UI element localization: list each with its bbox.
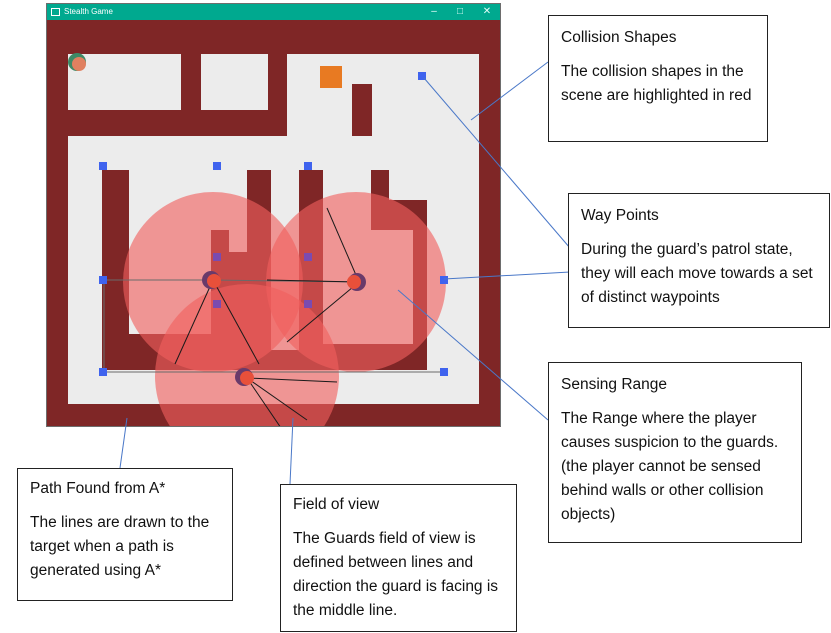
callout-body: The lines are drawn to the target when a… (30, 514, 210, 579)
callout-sensing-range: Sensing Range The Range where the player… (548, 362, 802, 543)
callout-collision-shapes: Collision Shapes The collision shapes in… (548, 15, 768, 142)
callout-title: Field of view (293, 496, 380, 513)
callout-title: Way Points (581, 207, 659, 224)
callout-body: The Guards field of view is defined betw… (293, 530, 499, 619)
callout-body: The collision shapes in the scene are hi… (561, 63, 752, 104)
callout-title: Sensing Range (561, 376, 667, 393)
leader-path (119, 417, 128, 469)
callout-title: Path Found from A* (30, 480, 166, 497)
leader-fov (289, 417, 294, 485)
leader-collision (470, 61, 549, 121)
callout-body: The Range where the player causes suspic… (561, 410, 779, 523)
callout-body: During the guard’s patrol state, they wi… (581, 241, 813, 306)
leader-waypoints-2 (443, 271, 571, 280)
leader-sensing (397, 289, 549, 421)
callout-way-points: Way Points During the guard’s patrol sta… (568, 193, 830, 328)
callout-field-of-view: Field of view The Guards field of view i… (280, 484, 517, 632)
callout-path-found: Path Found from A* The lines are drawn t… (17, 468, 233, 601)
callout-title: Collision Shapes (561, 29, 677, 46)
